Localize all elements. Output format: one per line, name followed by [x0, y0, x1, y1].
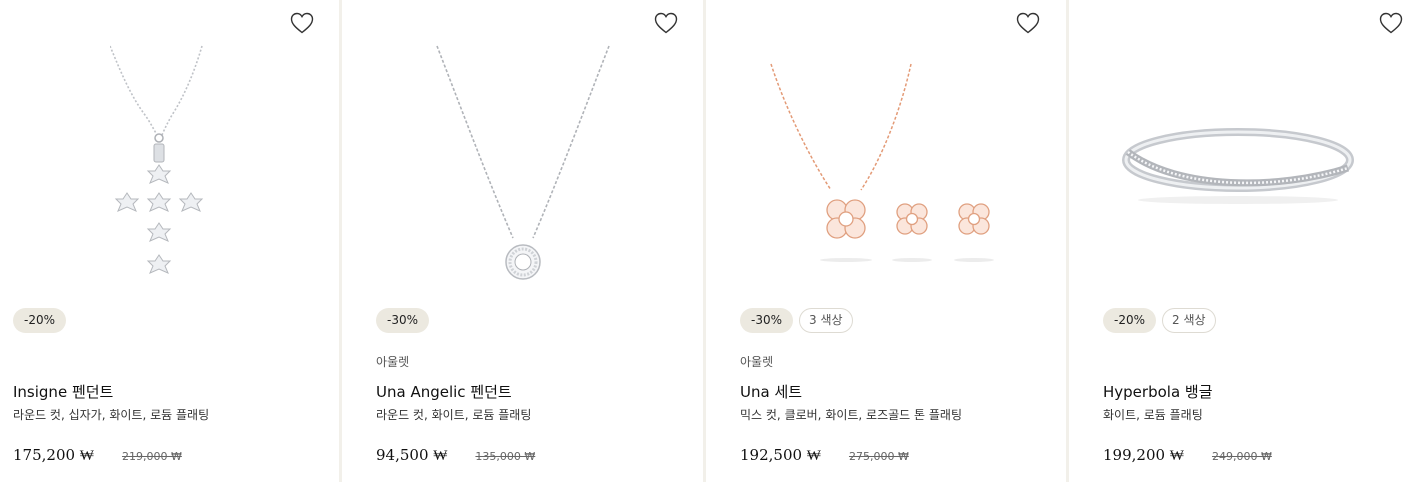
product-image[interactable] [342, 40, 703, 295]
product-card[interactable]: -30% 3 색상 아울렛 Una 세트 믹스 컷, 클로버, 화이트, 로즈골… [706, 0, 1066, 482]
discount-badge: -30% [740, 308, 794, 333]
discount-badge: -30% [376, 308, 430, 333]
outlet-tag: 아울렛 [740, 355, 774, 369]
badge-row: -20% [13, 308, 67, 333]
original-price: 275,000 ₩ [848, 450, 909, 463]
original-price: 219,000 ₩ [121, 450, 182, 463]
product-image[interactable] [1069, 40, 1407, 295]
product-image[interactable] [706, 40, 1066, 295]
product-image[interactable] [0, 40, 339, 295]
price-row: 199,200 ₩ 249,000 ₩ [1103, 446, 1272, 465]
product-description: 믹스 컷, 클로버, 화이트, 로즈골드 톤 플래팅 [740, 408, 963, 422]
wishlist-heart-icon[interactable] [289, 11, 315, 35]
product-description: 라운드 컷, 십자가, 화이트, 로듐 플래팅 [13, 408, 210, 422]
badge-row: -20% 2 색상 [1103, 308, 1216, 333]
sale-price: 94,500 ₩ [376, 446, 448, 464]
wishlist-heart-icon[interactable] [1378, 11, 1404, 35]
original-price: 249,000 ₩ [1211, 450, 1272, 463]
bangle-image [1122, 128, 1354, 204]
color-count-badge[interactable]: 3 색상 [799, 308, 853, 333]
product-card[interactable]: -20% 2 색상 Hyperbola 뱅글 화이트, 로듐 플래팅 199,2… [1069, 0, 1407, 482]
product-name[interactable]: Una 세트 [740, 381, 802, 402]
product-card[interactable]: -20% Insigne 펜던트 라운드 컷, 십자가, 화이트, 로듐 플래팅… [0, 0, 339, 482]
price-row: 192,500 ₩ 275,000 ₩ [740, 446, 909, 465]
product-name[interactable]: Hyperbola 뱅글 [1103, 381, 1213, 402]
product-grid: -20% Insigne 펜던트 라운드 컷, 십자가, 화이트, 로듐 플래팅… [0, 0, 1407, 482]
wishlist-heart-icon[interactable] [1015, 11, 1041, 35]
product-card[interactable]: -30% 아울렛 Una Angelic 펜던트 라운드 컷, 화이트, 로듐 … [342, 0, 703, 482]
outlet-tag: 아울렛 [376, 355, 410, 369]
price-row: 94,500 ₩ 135,000 ₩ [376, 446, 535, 465]
discount-badge: -20% [13, 308, 67, 333]
original-price: 135,000 ₩ [475, 450, 536, 463]
badge-row: -30% [376, 308, 430, 333]
product-description: 화이트, 로듐 플래팅 [1103, 408, 1203, 422]
color-count-badge[interactable]: 2 색상 [1162, 308, 1216, 333]
cross-pendant-image [109, 45, 203, 274]
sale-price: 199,200 ₩ [1103, 446, 1184, 464]
badge-row: -30% 3 색상 [740, 308, 853, 333]
price-row: 175,200 ₩ 219,000 ₩ [13, 446, 182, 465]
solitaire-pendant-image [435, 45, 610, 280]
clover-set-image [770, 63, 994, 262]
product-name[interactable]: Una Angelic 펜던트 [376, 381, 512, 402]
product-name[interactable]: Insigne 펜던트 [13, 381, 113, 402]
sale-price: 175,200 ₩ [13, 446, 94, 464]
sale-price: 192,500 ₩ [740, 446, 821, 464]
discount-badge: -20% [1103, 308, 1157, 333]
product-description: 라운드 컷, 화이트, 로듐 플래팅 [376, 408, 532, 422]
wishlist-heart-icon[interactable] [653, 11, 679, 35]
